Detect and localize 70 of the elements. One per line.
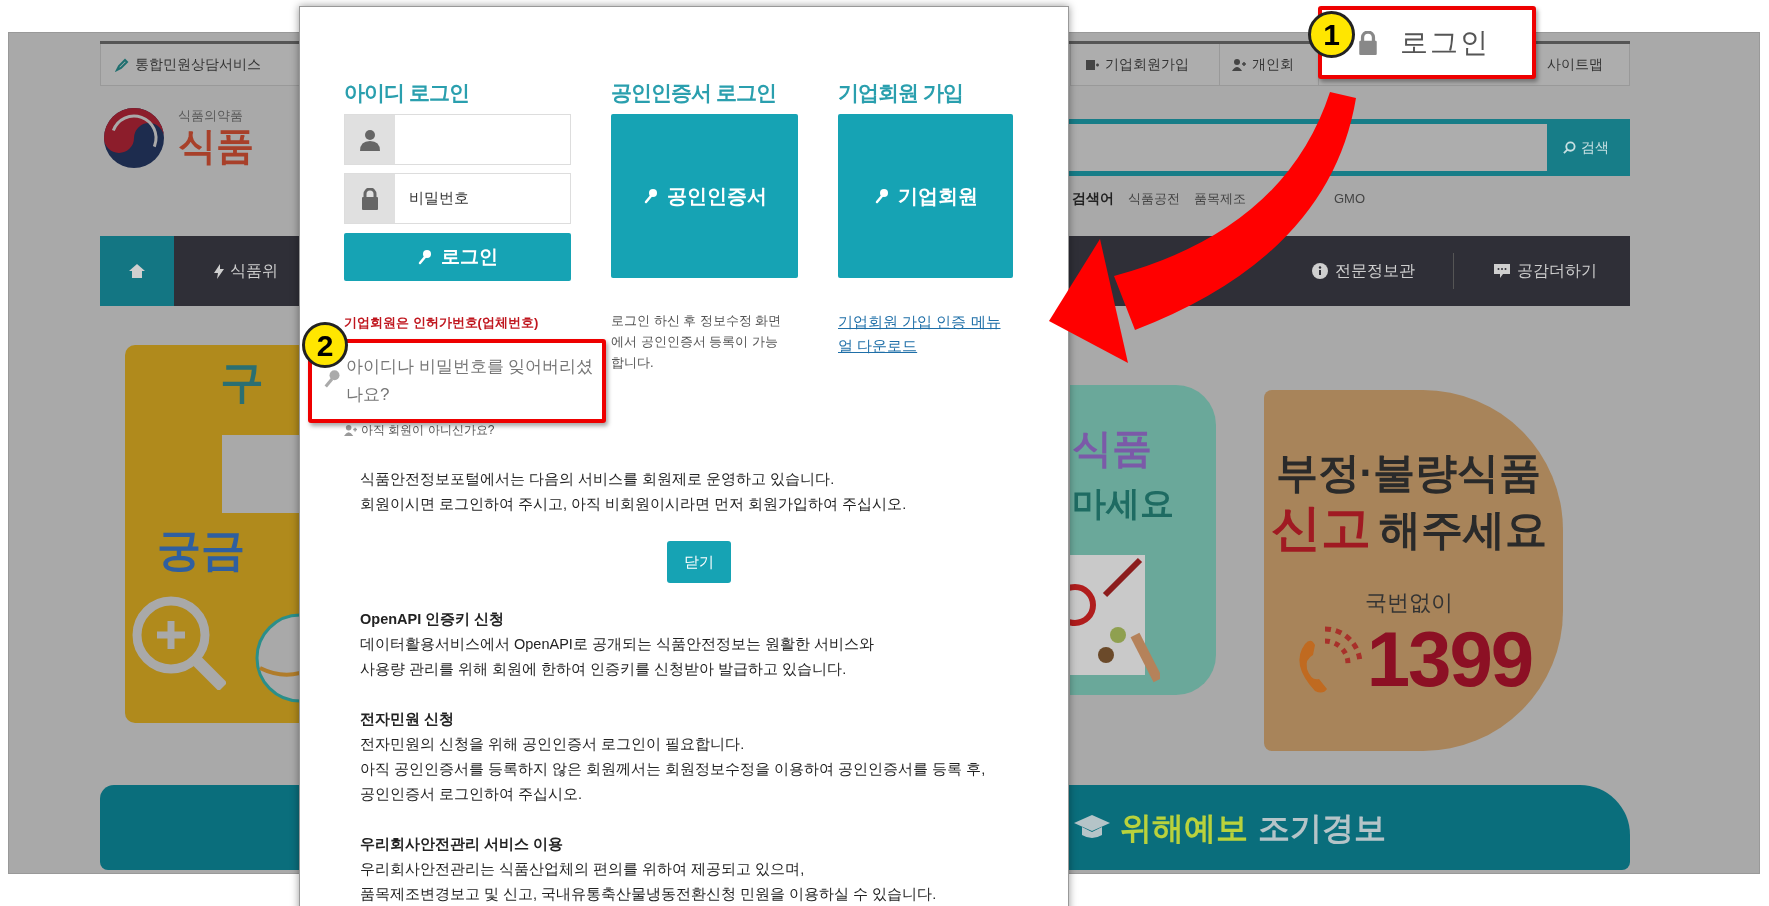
certificate-login-button[interactable]: 공인인증서: [611, 114, 798, 278]
section-heading: 공인인증서 로그인: [611, 80, 777, 106]
utility-link[interactable]: 개인회: [1232, 54, 1294, 75]
logo-title: 식품: [178, 124, 254, 168]
service-description: 데이터활용서비스에서 OpenAPI로 공개되는 식품안전정보는 원활한 서비스와: [360, 635, 875, 654]
magnifier-plus-icon: [131, 595, 226, 690]
logo-subtitle: 식품의약품: [178, 108, 244, 124]
phone-number: 1399: [1366, 619, 1533, 699]
service-title: 전자민원 신청: [360, 710, 456, 729]
nav-item[interactable]: 공감더하기: [1494, 259, 1597, 283]
home-button[interactable]: [100, 236, 174, 306]
manual-download-link[interactable]: 기업회원 가입 인증 메뉴얼 다운로드: [838, 310, 1013, 358]
lightning-icon: [214, 263, 224, 279]
banner-heading: 부정·불량식품: [1275, 448, 1542, 498]
add-user-icon: [344, 424, 357, 436]
banner-heading: 해주세요: [1378, 505, 1547, 555]
graduation-cap-icon: [1074, 814, 1110, 841]
service-title: 우리회사안전관리 서비스 이용: [360, 835, 565, 854]
service-description: 공인인증서 로그인하여 주십시오.: [360, 785, 584, 804]
section-heading: 아이디 로그인: [344, 80, 470, 106]
banner-heading: 궁금: [157, 525, 245, 575]
banner-highlight: 신고: [1270, 499, 1371, 558]
info-icon: [1312, 263, 1328, 279]
search-icon: [1563, 141, 1576, 154]
login-button[interactable]: 로그인: [344, 233, 571, 281]
password-text-input[interactable]: 비밀번호: [395, 174, 570, 223]
service-title: OpenAPI 인증키 신청: [360, 610, 506, 629]
intro-text: 식품안전정보포털에서는 다음의 서비스를 회원제로 운영하고 있습니다.: [360, 470, 836, 489]
search-button[interactable]: 검색: [1547, 124, 1625, 171]
add-user-icon: [1232, 57, 1246, 72]
key-icon: [642, 188, 659, 204]
close-button[interactable]: 닫기: [667, 541, 731, 583]
key-icon: [322, 369, 342, 389]
key-icon: [417, 249, 433, 265]
section-heading: 기업회원 가입: [838, 80, 964, 106]
corporate-join-button[interactable]: 기업회원: [838, 114, 1013, 278]
key-icon: [873, 188, 890, 204]
banner-heading: 구: [220, 357, 264, 407]
pencil-icon: [115, 57, 129, 72]
banner-heading: 식품: [1072, 425, 1152, 471]
keyword-link[interactable]: GMO: [1334, 188, 1366, 209]
bottom-banner-text: 조기경보: [1258, 808, 1386, 848]
lock-icon: [361, 187, 379, 210]
service-description: 우리회사안전관리는 식품산업체의 편의를 위하여 제공되고 있으며,: [360, 860, 806, 879]
login-link[interactable]: 로그인: [1400, 21, 1490, 64]
utility-link[interactable]: 사이트맵: [1547, 54, 1603, 75]
forgot-password-link[interactable]: 아이디나 비밀번호를 잊어버리셨나요?: [346, 353, 596, 409]
user-icon: [360, 128, 380, 151]
service-description: 전자민원의 신청을 위해 공인인증서 로그인이 필요합니다.: [360, 735, 746, 754]
popular-keywords-label: 검색어: [1072, 189, 1114, 208]
keyword-link[interactable]: 식품공전: [1128, 188, 1180, 209]
service-description: 사용량 관리를 위해 회원에 한하여 인증키를 신청받아 발급하고 있습니다.: [360, 660, 848, 679]
certificate-note: 로그인 하신 후 정보수정 화면에서 공인인증서 등록이 가능합니다.: [611, 312, 783, 372]
id-input-field[interactable]: [344, 114, 571, 165]
nav-item[interactable]: 전문정보관: [1312, 259, 1415, 283]
service-description: 품목제조변경보고 및 신고, 국내유통축산물냉동전환신청 민원을 이용하실 수 있습니다.: [360, 885, 938, 904]
banner-heading: 마세요: [1072, 483, 1174, 523]
taegeuk-logo-icon: [102, 106, 166, 170]
speech-bubble-icon: [1494, 263, 1510, 279]
password-input-field[interactable]: 비밀번호: [344, 173, 571, 224]
bottom-banner-highlight: 위해예보: [1120, 808, 1248, 848]
banner-note: 국번없이: [1364, 589, 1453, 617]
home-icon: [129, 264, 145, 278]
keyword-link[interactable]: 품목제조: [1194, 188, 1246, 209]
intro-text: 회원이시면 로그인하여 주시고, 아직 비회원이시라면 먼저 회원가입하여 주십시오.: [360, 495, 908, 514]
service-description: 아직 공인인증서를 등록하지 않은 회원께서는 회원정보수정을 이용하여 공인인증서를 등록 후,: [360, 760, 987, 779]
utility-link[interactable]: 기업회원가입: [1070, 44, 1220, 86]
lock-icon: [1358, 30, 1378, 55]
nav-item[interactable]: 식품위: [214, 259, 278, 283]
not-member-link[interactable]: 아직 회원이 아니신가요?: [344, 421, 1068, 439]
